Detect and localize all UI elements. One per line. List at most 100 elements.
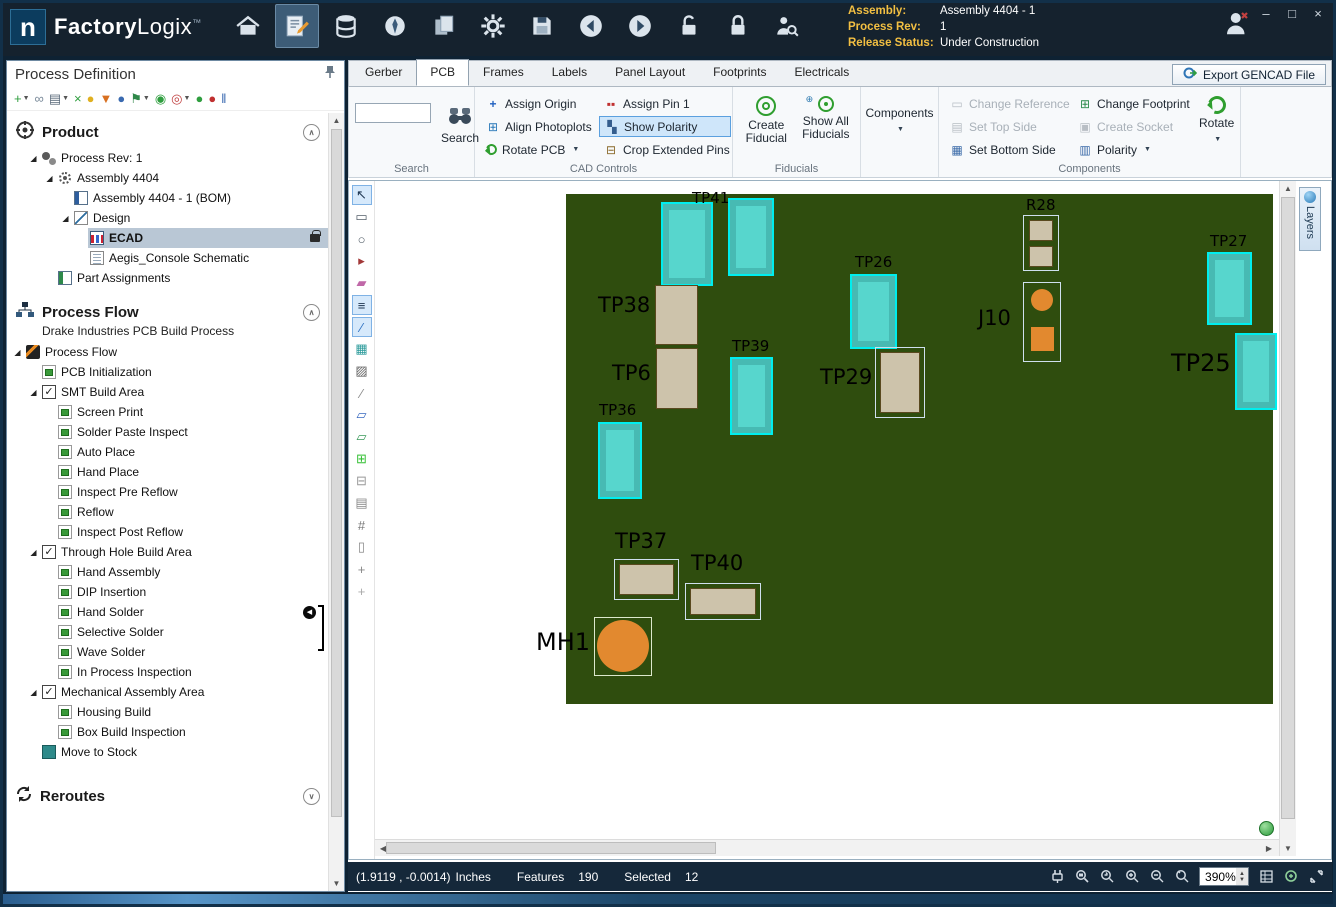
component-TP37[interactable] [614, 559, 679, 600]
component-J10[interactable] [1023, 282, 1061, 362]
scroll-down-arrow[interactable]: ▼ [329, 876, 344, 891]
set-bottom-side-button[interactable]: ▦Set Bottom Side [945, 139, 1073, 160]
component-TP27[interactable] [1207, 252, 1252, 325]
component-R28[interactable] [1023, 215, 1059, 271]
start-button[interactable]: ● [194, 90, 204, 108]
fit-view-icon[interactable] [1283, 869, 1299, 885]
rotate-pcb-button[interactable]: Rotate PCB▼ [481, 139, 599, 160]
frame-tool[interactable]: # [352, 515, 372, 535]
reroute-marker-icon[interactable]: ◀ [303, 606, 316, 619]
product-assembly-4404[interactable]: ◢Assembly 4404 [7, 168, 328, 188]
tab-frames[interactable]: Frames [469, 59, 538, 86]
documents-button[interactable] [422, 4, 466, 48]
assign-origin-button[interactable]: +Assign Origin [481, 93, 599, 114]
expander-icon[interactable]: ◢ [27, 548, 40, 557]
components-dropdown-button[interactable]: Components ▼ [867, 93, 932, 139]
brush-tool[interactable]: ▰ [352, 273, 372, 293]
component-TP39[interactable] [730, 357, 773, 435]
lock-button[interactable] [716, 4, 760, 48]
component-MH1[interactable] [594, 617, 652, 676]
close-button[interactable]: × [1310, 6, 1326, 21]
flow-process-flow[interactable]: ◢Process Flow [7, 342, 328, 362]
pan-grid-icon[interactable] [1258, 869, 1274, 885]
home-button[interactable] [226, 4, 270, 48]
bottom-layer-tool[interactable]: ▱ [352, 427, 372, 447]
pin-icon[interactable] [324, 65, 336, 83]
zoom-window-icon[interactable] [1074, 869, 1090, 885]
flow-dip-insertion[interactable]: DIP Insertion [7, 582, 328, 602]
show-all-fiducials-button[interactable]: ⊕ Show All Fiducials [798, 93, 854, 148]
scroll-up-arrow[interactable]: ▲ [329, 113, 344, 128]
flow-selective-solder[interactable]: Selective Solder [7, 622, 328, 642]
collapse-up-icon[interactable]: ∧ [303, 124, 320, 141]
product-design[interactable]: ◢Design [7, 208, 328, 228]
resize-grip-icon[interactable] [1308, 869, 1324, 885]
minimize-button[interactable]: – [1258, 6, 1274, 21]
flow-smt-build-area[interactable]: ◢SMT Build Area [7, 382, 328, 402]
rotate-button[interactable]: Rotate ▼ [1195, 93, 1238, 160]
traces-tool[interactable]: ≡ [352, 295, 372, 315]
process-flow-section-header[interactable]: Process Flow ∧ [7, 294, 328, 327]
bulb-button[interactable]: ● [86, 90, 96, 108]
align-photoplots-button[interactable]: ⊞Align Photoplots [481, 116, 599, 137]
component-TP29[interactable] [875, 347, 925, 418]
expand-down-icon[interactable]: ∨ [303, 788, 320, 805]
loupe-tool[interactable]: ○ [352, 229, 372, 249]
zoom-window-tool[interactable]: ▭ [352, 207, 372, 227]
add-button[interactable]: +▼ [13, 90, 31, 108]
component-TP25[interactable] [1235, 333, 1277, 410]
pause-button[interactable]: ‖ [220, 90, 227, 108]
flow-hand-place[interactable]: Hand Place [7, 462, 328, 482]
tab-footprints[interactable]: Footprints [699, 59, 780, 86]
canvas-horizontal-scrollbar[interactable]: ◀ ▶ [375, 839, 1279, 856]
diagonal-tool[interactable]: ∕ [352, 383, 372, 403]
user-button[interactable]: ● [116, 90, 126, 108]
flow-move-to-stock[interactable]: Move to Stock [7, 742, 328, 762]
flow-wave-solder[interactable]: Wave Solder [7, 642, 328, 662]
tab-electricals[interactable]: Electricals [781, 59, 864, 86]
show-polarity-button[interactable]: ▚Show Polarity [599, 116, 731, 137]
component-TP6[interactable] [656, 348, 698, 409]
delete-button[interactable]: × [73, 90, 83, 108]
flow-housing-build[interactable]: Housing Build [7, 702, 328, 722]
component-TP41[interactable] [661, 202, 713, 286]
print-button[interactable]: ▤▼ [48, 90, 70, 108]
database-button[interactable] [324, 4, 368, 48]
zoom-level-input[interactable] [1200, 870, 1236, 884]
flow-hand-assembly[interactable]: Hand Assembly [7, 562, 328, 582]
flow-box-build-inspection[interactable]: Box Build Inspection [7, 722, 328, 742]
crop-extended-pins-button[interactable]: ⊟Crop Extended Pins [599, 139, 731, 160]
flow-inspect-pre-reflow[interactable]: Inspect Pre Reflow [7, 482, 328, 502]
canvas-vertical-scrollbar[interactable]: ▲ ▼ [1279, 181, 1296, 856]
scroll-down-arrow[interactable]: ▼ [1280, 841, 1296, 856]
create-fiducial-button[interactable]: Create Fiducial [739, 93, 794, 148]
net-grid-tool[interactable]: ▦ [352, 339, 372, 359]
cad-editor-button[interactable] [275, 4, 319, 48]
product-part-assignments[interactable]: Part Assignments [7, 268, 328, 288]
zoom-level-control[interactable]: ▲▼ [1199, 867, 1249, 886]
product-ecad[interactable]: ECAD [7, 228, 328, 248]
expander-icon[interactable]: ◢ [27, 154, 40, 163]
zoom-spinner[interactable]: ▲▼ [1236, 868, 1248, 885]
target-button[interactable]: ◎▼ [170, 90, 191, 108]
tab-pcb[interactable]: PCB [416, 59, 469, 86]
product-section-header[interactable]: Product ∧ [7, 113, 328, 148]
move-tool[interactable]: + [352, 559, 372, 579]
flow-auto-place[interactable]: Auto Place [7, 442, 328, 462]
zoom-out-icon[interactable] [1149, 869, 1165, 885]
settings-gear-button[interactable] [471, 4, 515, 48]
component-TP26[interactable] [850, 274, 897, 349]
change-reference-button[interactable]: ▭Change Reference [945, 93, 1073, 114]
component-TP36[interactable] [598, 422, 642, 499]
flag-tool[interactable]: ▸ [352, 251, 372, 271]
flags-button[interactable]: ⚑▼ [129, 90, 151, 108]
panel-vertical-scrollbar[interactable]: ▲ ▼ [328, 113, 344, 891]
expander-icon[interactable]: ◢ [27, 388, 40, 397]
tab-panel-layout[interactable]: Panel Layout [601, 59, 699, 86]
flow-hand-solder[interactable]: Hand Solder◀ [7, 602, 328, 622]
back-button[interactable] [569, 4, 613, 48]
component-TP38[interactable] [655, 285, 698, 345]
expander-icon[interactable]: ◢ [27, 688, 40, 697]
flow-reflow[interactable]: Reflow [7, 502, 328, 522]
component-pad[interactable] [728, 198, 774, 276]
